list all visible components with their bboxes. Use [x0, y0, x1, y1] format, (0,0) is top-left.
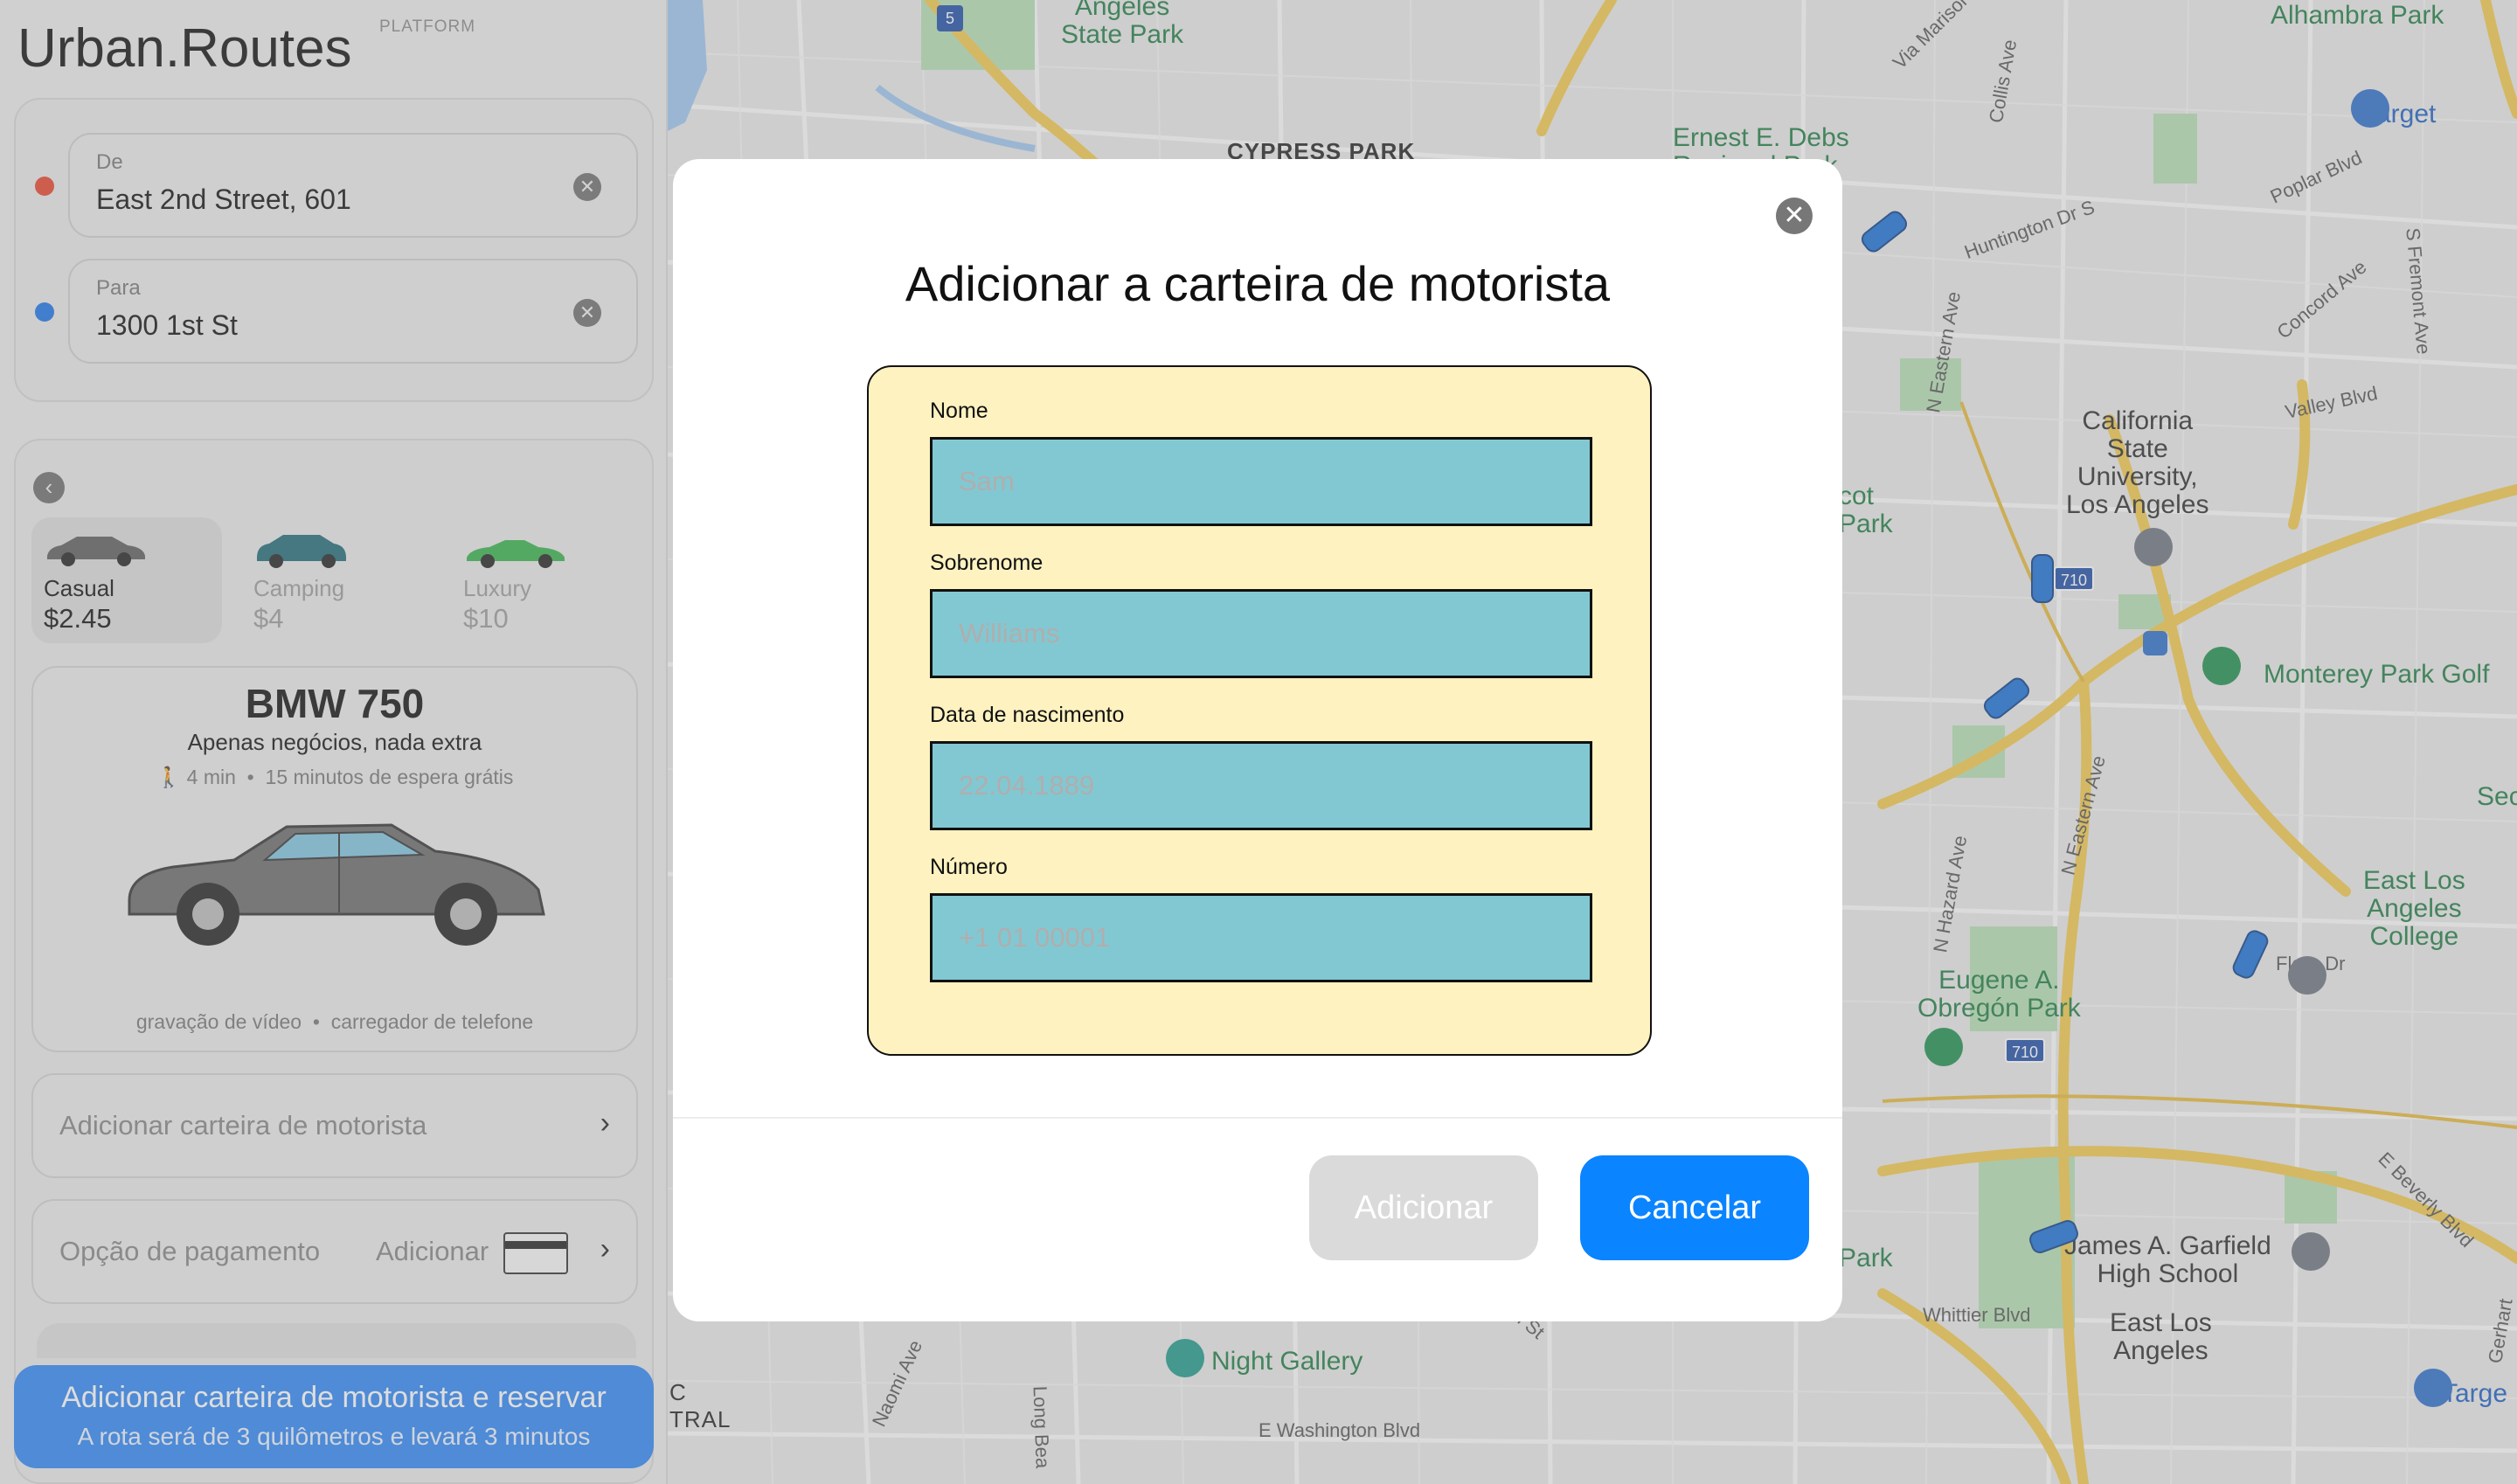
birth-date-label: Data de nascimento — [930, 703, 1125, 727]
last-name-label: Sobrenome — [930, 551, 1044, 575]
last-name-input[interactable] — [930, 589, 1592, 678]
close-icon[interactable]: ✕ — [1776, 198, 1813, 234]
license-number-label: Número — [930, 855, 1008, 879]
license-form: Nome Sobrenome Data de nascimento Número — [867, 365, 1652, 1056]
birth-date-input[interactable] — [930, 741, 1592, 830]
license-number-input[interactable] — [930, 893, 1592, 982]
add-button[interactable]: Adicionar — [1309, 1155, 1538, 1260]
add-license-modal: ✕ Adicionar a carteira de motorista Nome… — [673, 159, 1842, 1321]
first-name-input[interactable] — [930, 437, 1592, 526]
cancel-button[interactable]: Cancelar — [1580, 1155, 1809, 1260]
modal-divider — [673, 1117, 1842, 1119]
modal-title: Adicionar a carteira de motorista — [905, 256, 1611, 311]
first-name-label: Nome — [930, 399, 988, 423]
